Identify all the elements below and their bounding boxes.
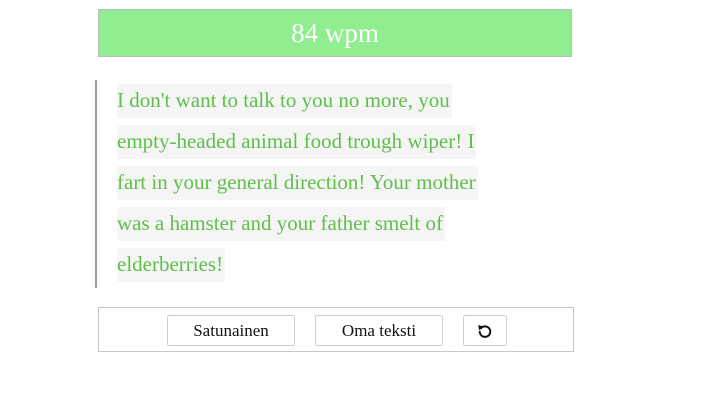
text-line: was a hamster and your father smelt of bbox=[117, 203, 573, 244]
reset-button[interactable] bbox=[463, 315, 507, 346]
text-line: elderberries! bbox=[117, 244, 573, 285]
rotate-ccw-icon bbox=[476, 322, 494, 340]
typing-text-panel: I don't want to talk to you no more, you… bbox=[95, 80, 573, 288]
text-line: fart in your general direction! Your mot… bbox=[117, 162, 573, 203]
typing-text: I don't want to talk to you no more, you… bbox=[117, 80, 573, 285]
wpm-display: 84 wpm bbox=[98, 9, 572, 57]
own-text-button[interactable]: Oma teksti bbox=[315, 315, 443, 346]
text-line: empty-headed animal food trough wiper! I bbox=[117, 121, 573, 162]
wpm-value: 84 wpm bbox=[291, 17, 379, 48]
controls-bar: Satunainen Oma teksti bbox=[98, 307, 574, 352]
text-line: I don't want to talk to you no more, you bbox=[117, 80, 573, 121]
random-text-button[interactable]: Satunainen bbox=[167, 315, 295, 346]
